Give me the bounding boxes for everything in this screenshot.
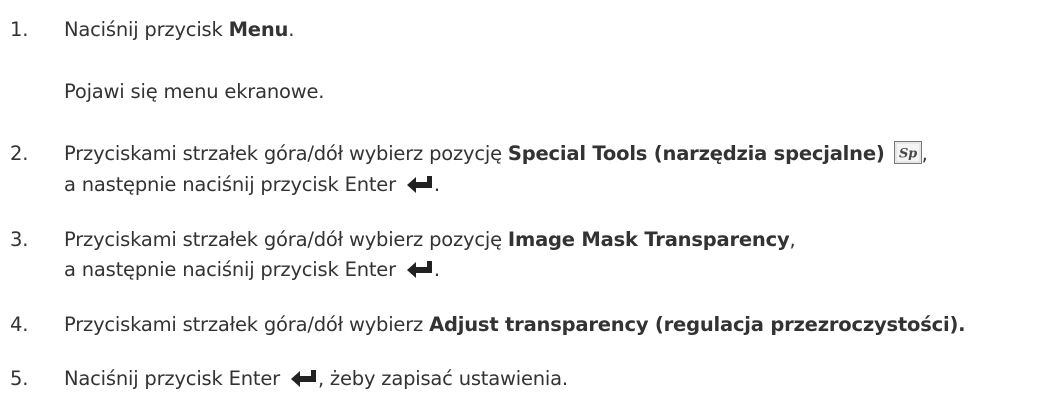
enter-arrow-icon: [406, 261, 432, 278]
step-text: Przyciskami strzałek góra/dół wybierz: [64, 313, 430, 336]
step-number: 1.: [10, 18, 29, 41]
step-number: 3.: [10, 228, 29, 251]
special-tools-icon-label: Sp: [899, 147, 917, 162]
special-tools-icon: Sp: [893, 141, 922, 164]
image-mask-transparency-label: Image Mask Transparency: [507, 228, 790, 251]
step-number: 4.: [10, 313, 29, 336]
enter-arrow-icon: [290, 370, 316, 387]
step-text: Naciśnij przycisk: [64, 18, 229, 41]
step-text: Naciśnij przycisk Enter: [64, 367, 286, 390]
result-text: Pojawi się menu ekranowe.: [64, 80, 325, 103]
adjust-transparency-label: Adjust transparency (regulacja przezrocz…: [429, 313, 966, 336]
instruction-list: 1. Naciśnij przycisk Menu. Pojawi się me…: [10, 18, 966, 390]
step-text: Przyciskami strzałek góra/dół wybierz po…: [64, 228, 508, 251]
step-text: Przyciskami strzałek góra/dół wybierz po…: [64, 142, 508, 165]
menu-button-label: Menu: [228, 18, 289, 41]
step-number: 2.: [10, 142, 29, 165]
enter-arrow-icon: [406, 176, 432, 193]
step-number: 5.: [10, 367, 29, 390]
special-tools-label: Special Tools (narzędzia specjalne): [507, 142, 885, 165]
